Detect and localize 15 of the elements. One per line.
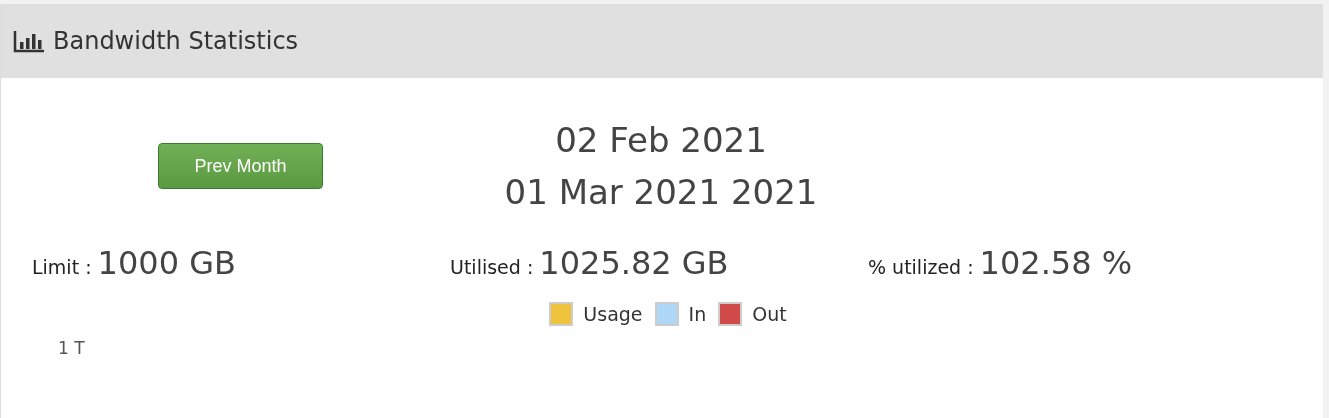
legend-label: Out — [752, 303, 787, 325]
stat-label: Utilised : — [450, 256, 534, 278]
prev-month-button[interactable]: Prev Month — [158, 143, 323, 189]
bar-chart-icon — [13, 29, 45, 53]
stat-label: Limit : — [32, 256, 92, 278]
axis-label: 1 T — [58, 338, 86, 358]
stat-label: % utilized : — [868, 256, 974, 278]
end-date: 01 Mar 2021 2021 — [504, 171, 818, 214]
stat-value: 1025.82 GB — [539, 244, 729, 282]
stat-value: 1000 GB — [97, 244, 236, 282]
legend-label: In — [688, 303, 707, 325]
panel-title: Bandwidth Statistics — [53, 27, 299, 55]
legend-label: Usage — [583, 303, 643, 325]
stat-value: 102.58 % — [979, 244, 1133, 282]
start-date: 02 Feb 2021 — [555, 119, 767, 162]
